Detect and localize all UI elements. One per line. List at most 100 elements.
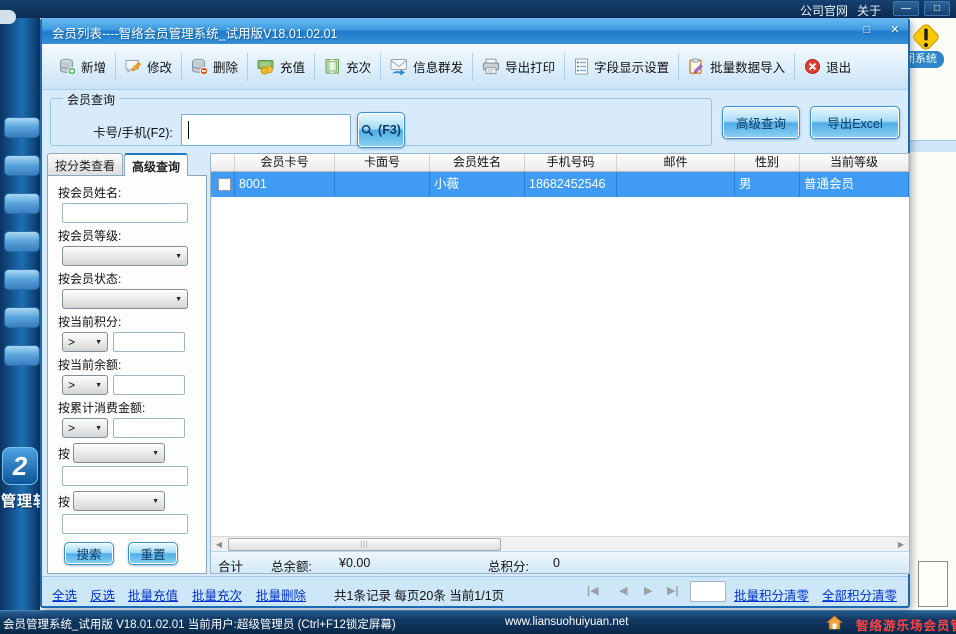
scroll-left-arrow[interactable]: ◀ — [212, 538, 226, 551]
scrollbar-thumb[interactable]: ||| — [228, 538, 501, 551]
exit-button[interactable]: 退出 — [795, 49, 860, 85]
member-list-window: 会员列表----智络会员管理系统_试用版V18.01.02.01 □ ✕ 新增 — [40, 18, 910, 608]
filter-points-label: 按当前积分: — [58, 313, 198, 330]
warning-icon[interactable] — [910, 21, 942, 55]
row-checkbox[interactable] — [218, 178, 231, 191]
card-phone-input[interactable] — [181, 114, 351, 146]
filter-balance-op-value: > — [68, 378, 75, 392]
card-phone-label: 卡号/手机(F2): — [93, 122, 173, 141]
status-url: www.liansuohuiyuan.net — [505, 616, 628, 628]
filter-extra2-input[interactable] — [62, 514, 188, 534]
sidebar-partial-item — [0, 10, 16, 24]
member-query-groupbox: 会员查询 卡号/手机(F2): (F3) — [50, 98, 712, 146]
field-display-settings-label: 字段显示设置 — [594, 57, 669, 76]
last-page-button[interactable]: ▶| — [667, 584, 679, 597]
total-balance-label: 总余额: — [271, 556, 312, 575]
column-header-card[interactable]: 会员卡号 — [235, 154, 335, 171]
filter-consume-input[interactable] — [113, 418, 185, 438]
app-screen: 公司官网 关于 — □ 2 管理软 闭系统 会员列表----智络会员管理系统_试… — [0, 0, 956, 634]
advanced-query-panel: 按会员姓名: 按会员等级: ▼ 按会员状态: ▼ 按当前积分: — [47, 175, 207, 574]
column-header-phone[interactable]: 手机号码 — [525, 154, 617, 171]
edit-member-label: 修改 — [147, 57, 172, 76]
batch-recharge-link[interactable]: 批量充值 — [128, 585, 178, 604]
horizontal-scrollbar[interactable]: ◀ ||| ▶ — [211, 536, 909, 551]
advanced-query-button[interactable]: 高级查询 — [722, 106, 800, 139]
filter-points-op-select[interactable]: > ▼ — [62, 332, 108, 352]
home-icon[interactable] — [826, 615, 843, 630]
add-member-button[interactable]: 新增 — [50, 49, 115, 85]
edit-member-button[interactable]: 修改 — [116, 49, 181, 85]
parent-titlebar: 公司官网 关于 — □ — [0, 0, 956, 18]
filter-balance-input[interactable] — [113, 375, 185, 395]
filter-name-input[interactable] — [62, 203, 188, 223]
maximize-button[interactable]: □ — [924, 1, 950, 16]
scroll-right-arrow[interactable]: ▶ — [894, 538, 908, 551]
export-excel-button[interactable]: 导出Excel — [810, 106, 900, 139]
sidebar-stub-button[interactable] — [4, 193, 40, 214]
sidebar-stub-button[interactable] — [4, 307, 40, 328]
recharge-times-button[interactable]: 充次 — [315, 49, 380, 85]
field-list-icon — [574, 58, 589, 75]
page-number-input[interactable] — [690, 581, 726, 602]
sidebar-stub-button[interactable] — [4, 269, 40, 290]
column-header-name[interactable]: 会员姓名 — [430, 154, 525, 171]
chevron-down-icon: ▼ — [175, 253, 182, 260]
cell-card-number: 8001 — [235, 172, 335, 197]
filter-level-select[interactable]: ▼ — [62, 246, 188, 266]
filter-extra1-select[interactable]: ▼ — [73, 443, 165, 463]
mass-message-label: 信息群发 — [413, 57, 463, 76]
filter-points-input[interactable] — [113, 332, 185, 352]
tab-advanced-query[interactable]: 高级查询 — [124, 153, 188, 176]
select-all-link[interactable]: 全选 — [52, 585, 77, 604]
field-display-settings-button[interactable]: 字段显示设置 — [565, 49, 678, 85]
filter-consume-op-select[interactable]: > ▼ — [62, 418, 108, 438]
filter-search-button[interactable]: 搜索 — [64, 542, 114, 565]
invert-select-link[interactable]: 反选 — [90, 585, 115, 604]
filter-panel: 按分类查看 高级查询 按会员姓名: 按会员等级: ▼ 按会员状态: ▼ — [47, 153, 207, 574]
filter-extra2-select[interactable]: ▼ — [73, 491, 165, 511]
all-points-clear-link[interactable]: 全部积分清零 — [822, 585, 897, 604]
filter-balance-op-select[interactable]: > ▼ — [62, 375, 108, 395]
member-query-group-label: 会员查询 — [63, 91, 119, 108]
dialog-title: 会员列表----智络会员管理系统_试用版V18.01.02.01 — [52, 23, 337, 42]
column-header-level[interactable]: 当前等级 — [800, 154, 909, 171]
batch-import-label: 批量数据导入 — [710, 57, 785, 76]
column-header-email[interactable]: 邮件 — [617, 154, 735, 171]
filter-extra1-input[interactable] — [62, 466, 188, 486]
next-page-button[interactable]: ▶ — [644, 584, 652, 597]
delete-member-button[interactable]: 删除 — [182, 49, 247, 85]
batch-delete-link[interactable]: 批量删除 — [256, 585, 306, 604]
member-table: 会员卡号 卡面号 会员姓名 手机号码 邮件 性别 当前等级 8001 小薇 18… — [210, 153, 910, 574]
text-caret — [188, 121, 189, 139]
minimize-button[interactable]: — — [893, 1, 919, 16]
column-header-face[interactable]: 卡面号 — [335, 154, 430, 171]
sidebar-stub-button[interactable] — [4, 117, 40, 138]
filter-status-label: 按会员状态: — [58, 270, 198, 287]
sidebar-stub-button[interactable] — [4, 231, 40, 252]
dialog-maximize-button[interactable]: □ — [856, 22, 878, 39]
search-f3-button[interactable]: (F3) — [357, 112, 405, 148]
tab-view-by-category[interactable]: 按分类查看 — [47, 153, 123, 176]
filter-consume-label: 按累计消费金额: — [58, 399, 198, 416]
filter-reset-button[interactable]: 重置 — [128, 542, 178, 565]
sidebar-stub-button[interactable] — [4, 155, 40, 176]
add-member-label: 新增 — [81, 57, 106, 76]
recharge-button[interactable]: 充值 — [248, 49, 314, 85]
dialog-titlebar: 会员列表----智络会员管理系统_试用版V18.01.02.01 □ ✕ — [42, 18, 908, 44]
batch-times-link[interactable]: 批量充次 — [192, 585, 242, 604]
column-header-gender[interactable]: 性别 — [735, 154, 800, 171]
ticket-icon — [324, 58, 341, 75]
batch-import-button[interactable]: 批量数据导入 — [679, 49, 794, 85]
sidebar-stub-button[interactable] — [4, 345, 40, 366]
filter-extra2-label: 按 — [58, 493, 70, 510]
table-row[interactable]: 8001 小薇 18682452546 男 普通会员 — [211, 172, 909, 197]
batch-points-clear-link[interactable]: 批量积分清零 — [734, 585, 809, 604]
about-link[interactable]: 关于 — [857, 2, 881, 19]
company-site-link[interactable]: 公司官网 — [800, 2, 848, 19]
export-print-button[interactable]: 导出打印 — [473, 49, 564, 85]
first-page-button[interactable]: |◀ — [587, 584, 599, 597]
filter-status-select[interactable]: ▼ — [62, 289, 188, 309]
mass-message-button[interactable]: 信息群发 — [381, 49, 472, 85]
prev-page-button[interactable]: ◀ — [619, 584, 627, 597]
dialog-close-button[interactable]: ✕ — [884, 22, 906, 39]
